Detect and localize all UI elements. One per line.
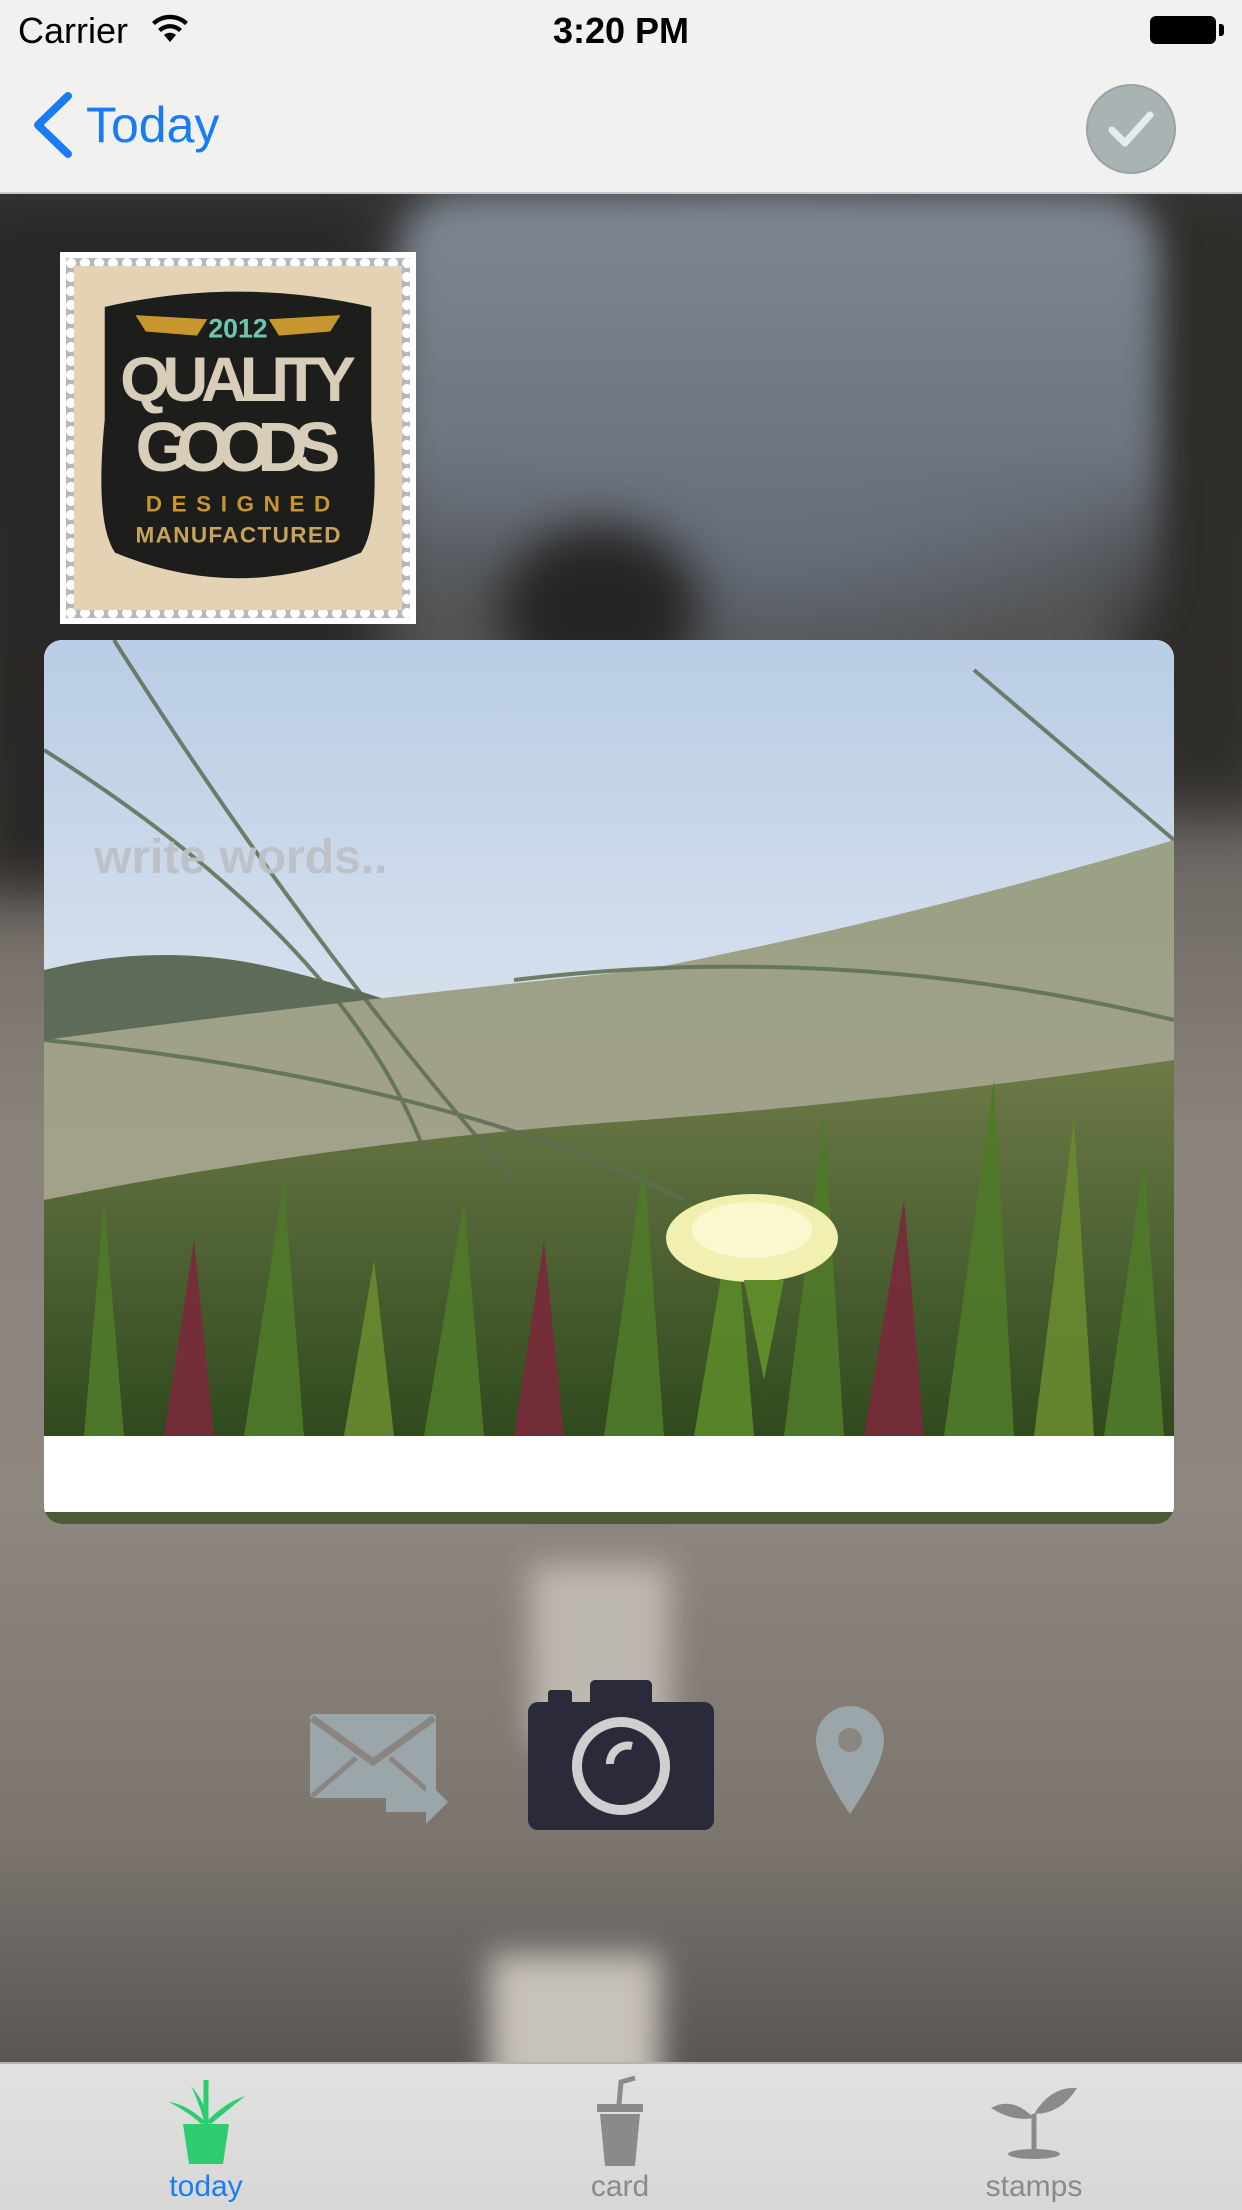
back-button-label: Today [86, 97, 220, 153]
done-button[interactable] [1086, 84, 1176, 174]
back-button[interactable]: Today [30, 90, 219, 160]
location-pin-icon[interactable] [814, 1704, 886, 1816]
trash-can-icon [597, 2075, 643, 2166]
mail-share-icon[interactable] [308, 1712, 450, 1824]
checkmark-icon [1108, 111, 1154, 147]
tab-today[interactable]: today [76, 2064, 336, 2210]
stamp-line2: GOODS [136, 408, 341, 486]
message-text-placeholder[interactable]: write words.. [94, 830, 387, 885]
battery-icon [1150, 16, 1224, 44]
tab-bar: today card stamps [0, 2062, 1242, 2210]
stamp-artwork: 2012 QUALITY GOODS DESIGNED MANUFACTURED [74, 266, 402, 610]
camera-icon[interactable] [528, 1680, 714, 1830]
stamp-perforation: 2012 QUALITY GOODS DESIGNED MANUFACTURED [66, 258, 410, 618]
stamp-line1: QUALITY [120, 345, 356, 415]
potted-plant-icon [169, 2080, 245, 2164]
caption-field[interactable] [44, 1436, 1174, 1512]
card-bottom-edge [44, 1512, 1174, 1524]
postcard: write words.. [44, 640, 1174, 1524]
status-time: 3:20 PM [552, 10, 690, 51]
tab-card-label: card [590, 2170, 650, 2203]
sprout-icon [991, 2087, 1077, 2159]
stamp[interactable]: 2012 QUALITY GOODS DESIGNED MANUFACTURED [60, 252, 416, 624]
tab-stamps[interactable]: stamps [904, 2064, 1164, 2210]
stamp-year: 2012 [208, 314, 267, 344]
chevron-left-icon [34, 92, 72, 158]
status-bar: Carrier 3:20 PM [0, 0, 1242, 62]
stamp-line4: MANUFACTURED [136, 522, 341, 547]
stamp-line3: DESIGNED [146, 492, 331, 517]
card-photo[interactable]: write words.. [44, 640, 1174, 1436]
tab-stamps-label: stamps [985, 2170, 1083, 2203]
tab-card[interactable]: card [490, 2064, 750, 2210]
tab-today-label: today [169, 2170, 243, 2203]
navigation-bar: Today [0, 62, 1242, 194]
